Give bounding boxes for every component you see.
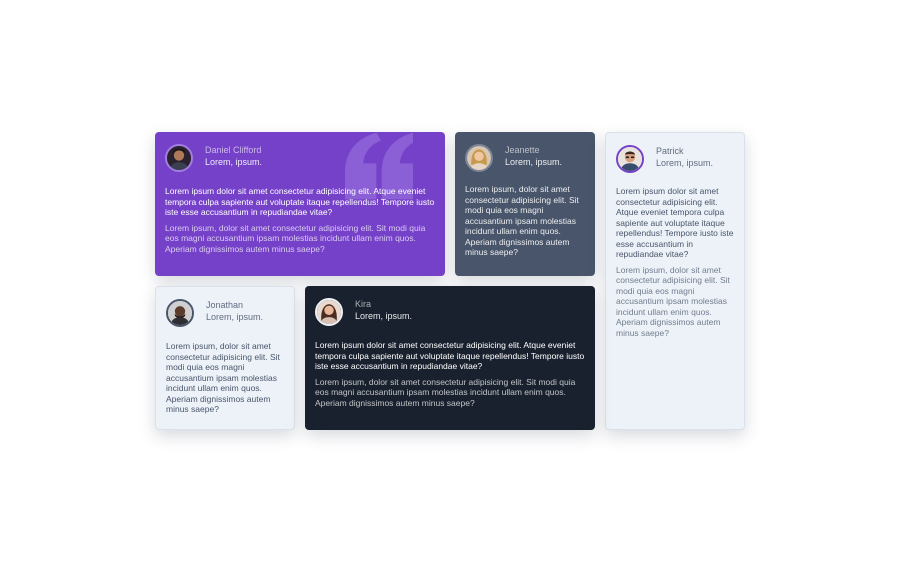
testimonial-text: Lorem ipsum, dolor sit amet consectetur …: [315, 376, 576, 408]
author-name: Jonathan: [206, 300, 244, 310]
testimonial-card-patrick: Patrick Lorem, ipsum. Lorem ipsum dolor …: [605, 132, 745, 430]
testimonials-grid: Daniel Clifford Lorem, ipsum. Lorem ipsu…: [155, 132, 745, 430]
testimonial-card-jonathan: Jonathan Lorem, ipsum. Lorem ipsum, dolo…: [155, 286, 295, 430]
card-header: Patrick Lorem, ipsum.: [616, 145, 734, 177]
testimonial-headline: Lorem ipsum, dolor sit amet consectetur …: [465, 184, 579, 257]
author-name: Jeanette: [505, 145, 540, 155]
author-role: Lorem, ipsum.: [205, 157, 263, 167]
author-name: Daniel Clifford: [205, 145, 262, 155]
avatar: [165, 144, 193, 172]
author-role: Lorem, ipsum.: [656, 158, 714, 168]
testimonial-headline: Lorem ipsum dolor sit amet consectetur a…: [165, 186, 435, 217]
avatar: [315, 298, 343, 326]
testimonial-headline: Lorem ipsum, dolor sit amet consectetur …: [166, 341, 280, 414]
card-header: Kira Lorem, ipsum.: [315, 298, 585, 330]
testimonial-card-jeanette: Jeanette Lorem, ipsum. Lorem ipsum, dolo…: [455, 132, 595, 276]
testimonial-card-kira: Kira Lorem, ipsum. Lorem ipsum dolor sit…: [305, 286, 595, 430]
author-name: Patrick: [656, 146, 684, 156]
card-header: Jeanette Lorem, ipsum.: [465, 144, 585, 176]
card-header: Jonathan Lorem, ipsum.: [166, 299, 284, 331]
author-role: Lorem, ipsum.: [505, 157, 563, 167]
author-role: Lorem, ipsum.: [355, 311, 413, 321]
avatar: [465, 144, 493, 172]
avatar: [616, 145, 644, 173]
avatar: [166, 299, 194, 327]
author-name: Kira: [355, 299, 372, 309]
testimonial-text: Lorem ipsum, dolor sit amet consectetur …: [165, 222, 426, 254]
testimonial-card-daniel: Daniel Clifford Lorem, ipsum. Lorem ipsu…: [155, 132, 445, 276]
testimonial-headline: Lorem ipsum dolor sit amet consectetur a…: [315, 340, 585, 371]
card-header: Daniel Clifford Lorem, ipsum.: [165, 144, 435, 176]
author-role: Lorem, ipsum.: [206, 312, 264, 322]
testimonial-text: Lorem ipsum, dolor sit amet consectetur …: [616, 264, 730, 338]
testimonial-headline: Lorem ipsum dolor sit amet consectetur a…: [616, 186, 734, 259]
